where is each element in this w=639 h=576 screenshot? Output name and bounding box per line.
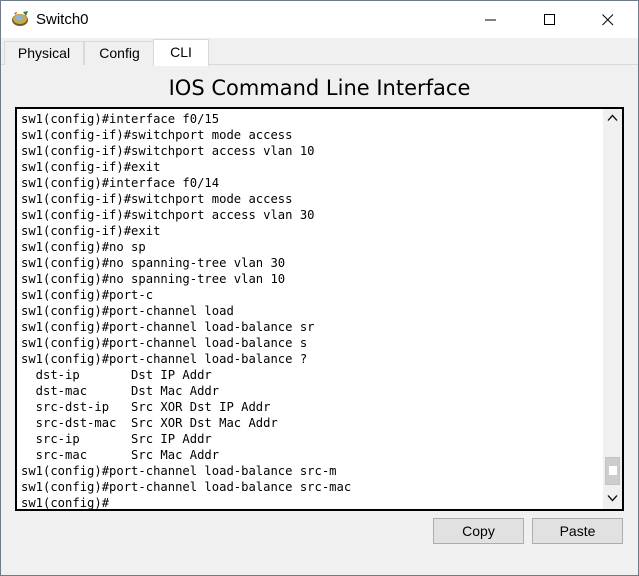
scroll-thumb-grip — [609, 466, 617, 475]
console-line: src-mac Src Mac Addr — [21, 448, 220, 462]
console-line: dst-ip Dst IP Addr — [21, 368, 212, 382]
tab-cli[interactable]: CLI — [153, 39, 209, 66]
switch-app-icon — [11, 10, 31, 28]
cli-console[interactable]: sw1(config)#interface f0/15 sw1(config-if… — [15, 107, 624, 511]
tab-config[interactable]: Config — [84, 41, 155, 65]
console-line: sw1(config-if)#switchport access vlan 30 — [21, 208, 315, 222]
console-line: sw1(config)#interface f0/14 — [21, 176, 220, 190]
console-line: sw1(config)#port-channel load-balance sr… — [21, 464, 337, 478]
tab-bar: Physical Config CLI — [1, 39, 638, 66]
console-line: sw1(config)#port-c — [21, 288, 154, 302]
scroll-up-button[interactable] — [603, 109, 622, 127]
console-line: sw1(config)#port-channel load-balance ? — [21, 352, 308, 366]
cli-window: Switch0 Physical Config CLI IOS Command … — [0, 0, 639, 576]
copy-button[interactable]: Copy — [433, 518, 524, 544]
console-output[interactable]: sw1(config)#interface f0/15 sw1(config-if… — [21, 111, 601, 510]
minimize-button[interactable] — [468, 1, 514, 38]
console-line: sw1(config-if)#exit — [21, 160, 161, 174]
console-line: sw1(config)#no sp — [21, 240, 146, 254]
console-line: sw1(config-if)#switchport mode access — [21, 192, 293, 206]
chevron-up-icon — [607, 114, 618, 121]
console-line: sw1(config)#port-channel load — [21, 304, 234, 318]
console-line: sw1(config)#port-channel load-balance sr — [21, 320, 315, 334]
window-title: Switch0 — [36, 11, 89, 28]
paste-button[interactable]: Paste — [532, 518, 623, 544]
title-bar[interactable]: Switch0 — [1, 1, 638, 38]
close-icon — [602, 14, 614, 26]
console-line: sw1(config-if)#exit — [21, 224, 161, 238]
minimize-icon — [485, 19, 496, 21]
page-heading: IOS Command Line Interface — [168, 76, 471, 100]
console-line: sw1(config)#port-channel load-balance s — [21, 336, 308, 350]
close-button[interactable] — [585, 1, 631, 38]
scroll-thumb[interactable] — [605, 457, 620, 485]
console-line: sw1(config-if)#switchport mode access — [21, 128, 293, 142]
maximize-icon — [544, 14, 555, 25]
tab-physical[interactable]: Physical — [4, 41, 84, 65]
console-line: src-dst-ip Src XOR Dst IP Addr — [21, 400, 271, 414]
console-line: sw1(config)#interface f0/15 — [21, 112, 220, 126]
console-line: src-dst-mac Src XOR Dst Mac Addr — [21, 416, 278, 430]
console-line: dst-mac Dst Mac Addr — [21, 384, 220, 398]
chevron-down-icon — [607, 495, 618, 502]
scroll-down-button[interactable] — [603, 489, 622, 507]
console-scrollbar[interactable] — [603, 109, 622, 509]
console-line: src-ip Src IP Addr — [21, 432, 212, 446]
console-line: sw1(config)#port-channel load-balance sr… — [21, 480, 352, 494]
console-line: sw1(config)#no spanning-tree vlan 30 — [21, 256, 286, 270]
console-line: sw1(config)# — [21, 496, 110, 510]
maximize-button[interactable] — [527, 1, 573, 38]
console-line: sw1(config-if)#switchport access vlan 10 — [21, 144, 315, 158]
console-line: sw1(config)#no spanning-tree vlan 10 — [21, 272, 286, 286]
